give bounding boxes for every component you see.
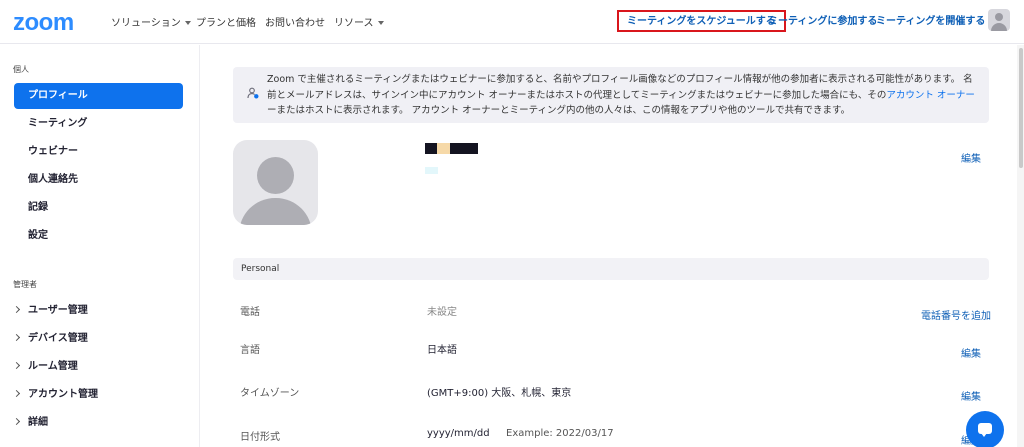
- redacted-email: [425, 167, 438, 174]
- join-meeting-button[interactable]: ミーティングに参加する: [768, 12, 877, 34]
- sidebar: 個人 プロフィール ミーティング ウェビナー 個人連絡先 記録 設定 管理者 ユ…: [0, 45, 200, 447]
- profile-picture-head: [257, 157, 294, 194]
- date-format-value: yyyy/mm/dd: [427, 428, 490, 439]
- host-meeting-button[interactable]: ミーティングを開催する: [876, 12, 996, 34]
- person-info-icon: [247, 87, 259, 99]
- avatar-head: [995, 13, 1003, 21]
- sidebar-section-personal: 個人: [13, 65, 29, 74]
- scrollbar-thumb[interactable]: [1019, 48, 1023, 168]
- account-owner-link[interactable]: アカウント オーナー: [886, 90, 975, 101]
- redacted-name: [437, 143, 450, 154]
- chevron-down-icon: [184, 21, 191, 25]
- sidebar-item-webinars[interactable]: ウェビナー: [14, 139, 183, 165]
- sidebar-item-meetings[interactable]: ミーティング: [14, 111, 183, 137]
- sidebar-item-profile[interactable]: プロフィール: [14, 83, 183, 109]
- language-value: 日本語: [427, 345, 457, 356]
- avatar-body: [991, 23, 1007, 31]
- notice-text: Zoom で主催されるミーティングまたはウェビナーに参加すると、名前やプロフィー…: [267, 72, 979, 119]
- nav-solutions[interactable]: ソリューション: [111, 14, 191, 29]
- edit-profile-link[interactable]: 編集: [961, 150, 981, 165]
- add-phone-link[interactable]: 電話番号を追加: [921, 307, 991, 322]
- schedule-meeting-button[interactable]: ミーティングをスケジュールする: [617, 10, 786, 32]
- sidebar-item-label: アカウント管理: [28, 389, 98, 400]
- chat-bubble-tail: [981, 433, 987, 437]
- notice-text-end: ーまたはホストに表示されます。 アカウント オーナーとミーティング内の他の人々は…: [267, 105, 851, 116]
- sidebar-item-personal-contacts[interactable]: 個人連絡先: [14, 167, 183, 193]
- phone-value: 未設定: [427, 307, 457, 318]
- sidebar-item-account-management[interactable]: アカウント管理: [12, 385, 98, 405]
- privacy-notice: Zoom で主催されるミーティングまたはウェビナーに参加すると、名前やプロフィー…: [233, 67, 989, 123]
- sidebar-item-advanced[interactable]: 詳細: [12, 413, 48, 433]
- nav-plans-pricing[interactable]: プランと価格: [196, 14, 256, 29]
- redacted-name: [425, 143, 437, 154]
- language-label: 言語: [240, 345, 260, 356]
- nav-resources-label: リソース: [334, 18, 374, 29]
- edit-language-link[interactable]: 編集: [961, 345, 981, 360]
- profile-picture[interactable]: [233, 140, 318, 225]
- sidebar-item-label: ユーザー管理: [28, 305, 88, 316]
- zoom-logo[interactable]: zoom: [13, 9, 74, 37]
- sidebar-item-recordings[interactable]: 記録: [14, 195, 183, 221]
- phone-label: 電話: [240, 307, 260, 318]
- profile-picture-body: [239, 198, 312, 225]
- chevron-right-icon: [12, 389, 21, 397]
- personal-section-header: Personal: [233, 258, 989, 280]
- sidebar-section-admin: 管理者: [13, 280, 37, 289]
- user-avatar[interactable]: [988, 9, 1010, 31]
- redacted-name: [450, 143, 478, 154]
- edit-timezone-link[interactable]: 編集: [961, 388, 981, 403]
- chevron-right-icon: [12, 417, 21, 425]
- chevron-right-icon: [12, 361, 21, 369]
- sidebar-item-room-management[interactable]: ルーム管理: [12, 357, 78, 377]
- sidebar-item-label: 詳細: [28, 417, 48, 428]
- host-meeting-label: ミーティングを開催する: [876, 16, 986, 27]
- sidebar-item-device-management[interactable]: デバイス管理: [12, 329, 88, 349]
- chat-support-button[interactable]: [966, 411, 1004, 447]
- chevron-down-icon: [377, 21, 384, 25]
- notice-text-main: Zoom で主催されるミーティングまたはウェビナーに参加すると、名前やプロフィー…: [267, 74, 973, 101]
- sidebar-item-label: デバイス管理: [28, 333, 88, 344]
- sidebar-item-label: ルーム管理: [28, 361, 78, 372]
- nav-resources[interactable]: リソース: [334, 14, 384, 29]
- nav-solutions-label: ソリューション: [111, 18, 181, 29]
- nav-contact[interactable]: お問い合わせ: [265, 14, 325, 29]
- sidebar-item-settings[interactable]: 設定: [14, 223, 183, 249]
- date-format-label: 日付形式: [240, 432, 280, 443]
- timezone-label: タイムゾーン: [240, 388, 300, 399]
- date-format-example: Example: 2022/03/17: [506, 428, 614, 439]
- timezone-value: (GMT+9:00) 大阪、札幌、東京: [427, 388, 572, 399]
- top-navigation-bar: zoom ソリューション プランと価格 お問い合わせ リソース ミーティングをス…: [0, 0, 1024, 44]
- chevron-right-icon: [12, 305, 21, 313]
- sidebar-item-user-management[interactable]: ユーザー管理: [12, 301, 88, 321]
- chevron-right-icon: [12, 333, 21, 341]
